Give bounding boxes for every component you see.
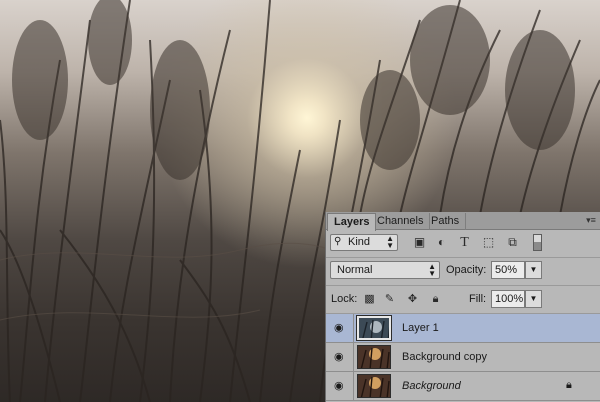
filter-toggle-switch[interactable]	[533, 234, 542, 251]
eye-icon: ◉	[334, 322, 344, 334]
shape-filter-icon[interactable]: ⬚	[481, 235, 496, 250]
adjustment-filter-icon[interactable]: ◐	[434, 235, 449, 250]
layer-name[interactable]: Layer 1	[402, 322, 439, 334]
lock-transparent-pixels-icon[interactable]: ▩	[363, 292, 376, 306]
tab-paths[interactable]: Paths	[425, 213, 467, 230]
lock-image-pixels-icon[interactable]: ✎	[383, 292, 396, 306]
fill-dropdown-button[interactable]: ▼	[525, 290, 542, 308]
type-filter-icon[interactable]: T	[457, 235, 472, 250]
kind-filter-label: Kind	[348, 236, 371, 248]
opacity-dropdown-button[interactable]: ▼	[525, 261, 542, 279]
panel-menu-icon[interactable]: ▾≡	[584, 214, 598, 226]
lock-label: Lock:	[331, 293, 358, 305]
layer-row-background[interactable]: ◉ Background 🔒︎	[326, 372, 600, 401]
smart-object-filter-icon[interactable]: ⧉	[505, 235, 520, 250]
tab-layers[interactable]: Layers	[327, 213, 377, 231]
opacity-field[interactable]: 50%	[491, 261, 525, 279]
divider	[326, 257, 600, 258]
visibility-toggle[interactable]: ◉	[326, 372, 354, 400]
layer-name[interactable]: Background	[402, 380, 461, 392]
layer-row-layer-1[interactable]: ◉ Layer 1	[326, 314, 600, 343]
lock-position-icon[interactable]: ✥	[406, 292, 419, 306]
layers-panel: Layers Channels Paths ▾≡ ⚲ Kind ▲ ▼ ▣ ◐ T…	[325, 212, 600, 402]
image-filter-icon[interactable]: ▣	[412, 235, 427, 250]
fill-label: Fill:	[469, 293, 487, 305]
blend-opacity-row: Normal ▲ ▼ Opacity: 50% ▼	[326, 259, 600, 283]
visibility-toggle[interactable]: ◉	[326, 314, 354, 342]
eye-icon: ◉	[334, 380, 344, 392]
opacity-label: Opacity:	[446, 264, 487, 276]
tab-channels[interactable]: Channels	[371, 213, 431, 230]
layer-filter-row: ⚲ Kind ▲ ▼ ▣ ◐ T ⬚ ⧉	[326, 232, 600, 256]
layer-thumbnail	[357, 374, 391, 398]
blend-mode-select[interactable]: Normal ▲ ▼	[330, 261, 440, 279]
layer-thumbnail	[357, 345, 391, 369]
visibility-toggle[interactable]: ◉	[326, 343, 354, 371]
dropdown-arrows-icon: ▲ ▼	[386, 234, 394, 250]
kind-filter-select[interactable]: ⚲ Kind ▲ ▼	[330, 234, 398, 251]
layer-row-background-copy[interactable]: ◉ Background copy	[326, 343, 600, 372]
layer-name[interactable]: Background copy	[402, 351, 487, 363]
lock-all-icon[interactable]: 🔒︎	[429, 292, 442, 306]
search-icon: ⚲	[334, 236, 342, 247]
fill-field[interactable]: 100%	[491, 290, 525, 308]
layer-thumbnail	[356, 315, 392, 341]
divider	[326, 285, 600, 286]
blend-mode-value: Normal	[337, 264, 373, 276]
dropdown-arrows-icon: ▲ ▼	[428, 262, 436, 278]
eye-icon: ◉	[334, 351, 344, 363]
lock-fill-row: Lock: ▩ ✎ ✥ 🔒︎ Fill: 100% ▼	[326, 288, 600, 312]
panel-tab-bar: Layers Channels Paths ▾≡	[326, 212, 600, 231]
lock-icon: 🔒︎	[566, 379, 572, 391]
